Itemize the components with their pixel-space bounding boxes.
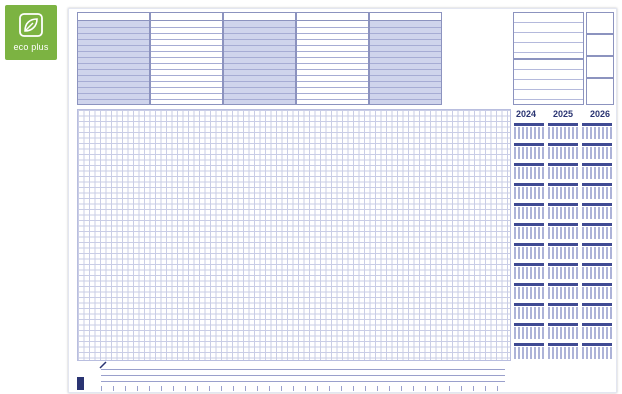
month-block: [582, 123, 612, 139]
month-block: [548, 143, 578, 159]
month-block: [582, 243, 612, 259]
sunday-box: [513, 58, 584, 105]
month-block: [548, 123, 578, 139]
desk-pad: 2024 2025 2026: [68, 8, 617, 393]
year-calendar: 2024 2025 2026: [513, 109, 613, 385]
year-label: 2026: [589, 109, 610, 119]
footer-notes: [77, 361, 509, 391]
pencil-icon: [99, 361, 107, 369]
notes-panel: [586, 12, 614, 105]
day-column: [77, 12, 150, 105]
month-block: [548, 343, 578, 359]
month-block: [548, 183, 578, 199]
month-block: [582, 183, 612, 199]
month-block: [548, 303, 578, 319]
pen-note-box: [586, 56, 614, 78]
month-block: [514, 123, 544, 139]
weekend-column: [513, 12, 584, 105]
misc-note-box: [586, 78, 614, 105]
month-block: [514, 223, 544, 239]
month-block: [548, 323, 578, 339]
month-block: [514, 263, 544, 279]
leaf-icon: [19, 13, 43, 37]
month-block: [582, 323, 612, 339]
year-label: 2025: [552, 109, 574, 119]
month-block: [582, 303, 612, 319]
month-block: [548, 223, 578, 239]
month-block: [548, 203, 578, 219]
month-block: [514, 183, 544, 199]
month-block: [582, 223, 612, 239]
month-block: [514, 303, 544, 319]
day-column: [369, 12, 442, 105]
month-block: [514, 323, 544, 339]
graph-grid: [77, 109, 511, 361]
phone-note-box: [586, 12, 614, 34]
day-column: [223, 12, 296, 105]
badge-label: eco plus: [13, 42, 49, 52]
brand-logo: [77, 377, 84, 390]
month-block: [582, 283, 612, 299]
month-block: [582, 163, 612, 179]
month-block: [514, 163, 544, 179]
month-block: [514, 343, 544, 359]
month-block: [582, 203, 612, 219]
mail-note-box: [586, 34, 614, 56]
month-block: [582, 343, 612, 359]
month-block: [514, 143, 544, 159]
month-block: [514, 243, 544, 259]
ruler: [101, 386, 505, 391]
day-column: [296, 12, 369, 105]
year-label: 2024: [516, 109, 537, 119]
month-block: [548, 163, 578, 179]
footer-line: [101, 381, 505, 382]
footer-line: [101, 369, 505, 370]
month-block: [548, 243, 578, 259]
day-column: [150, 12, 223, 105]
eco-plus-badge: eco plus: [5, 5, 57, 60]
month-block: [548, 263, 578, 279]
footer-line: [101, 375, 505, 376]
month-block: [514, 283, 544, 299]
month-block: [582, 143, 612, 159]
weekday-columns: [77, 12, 442, 105]
month-block: [582, 263, 612, 279]
month-block: [514, 203, 544, 219]
month-block: [548, 283, 578, 299]
saturday-box: [513, 12, 584, 59]
